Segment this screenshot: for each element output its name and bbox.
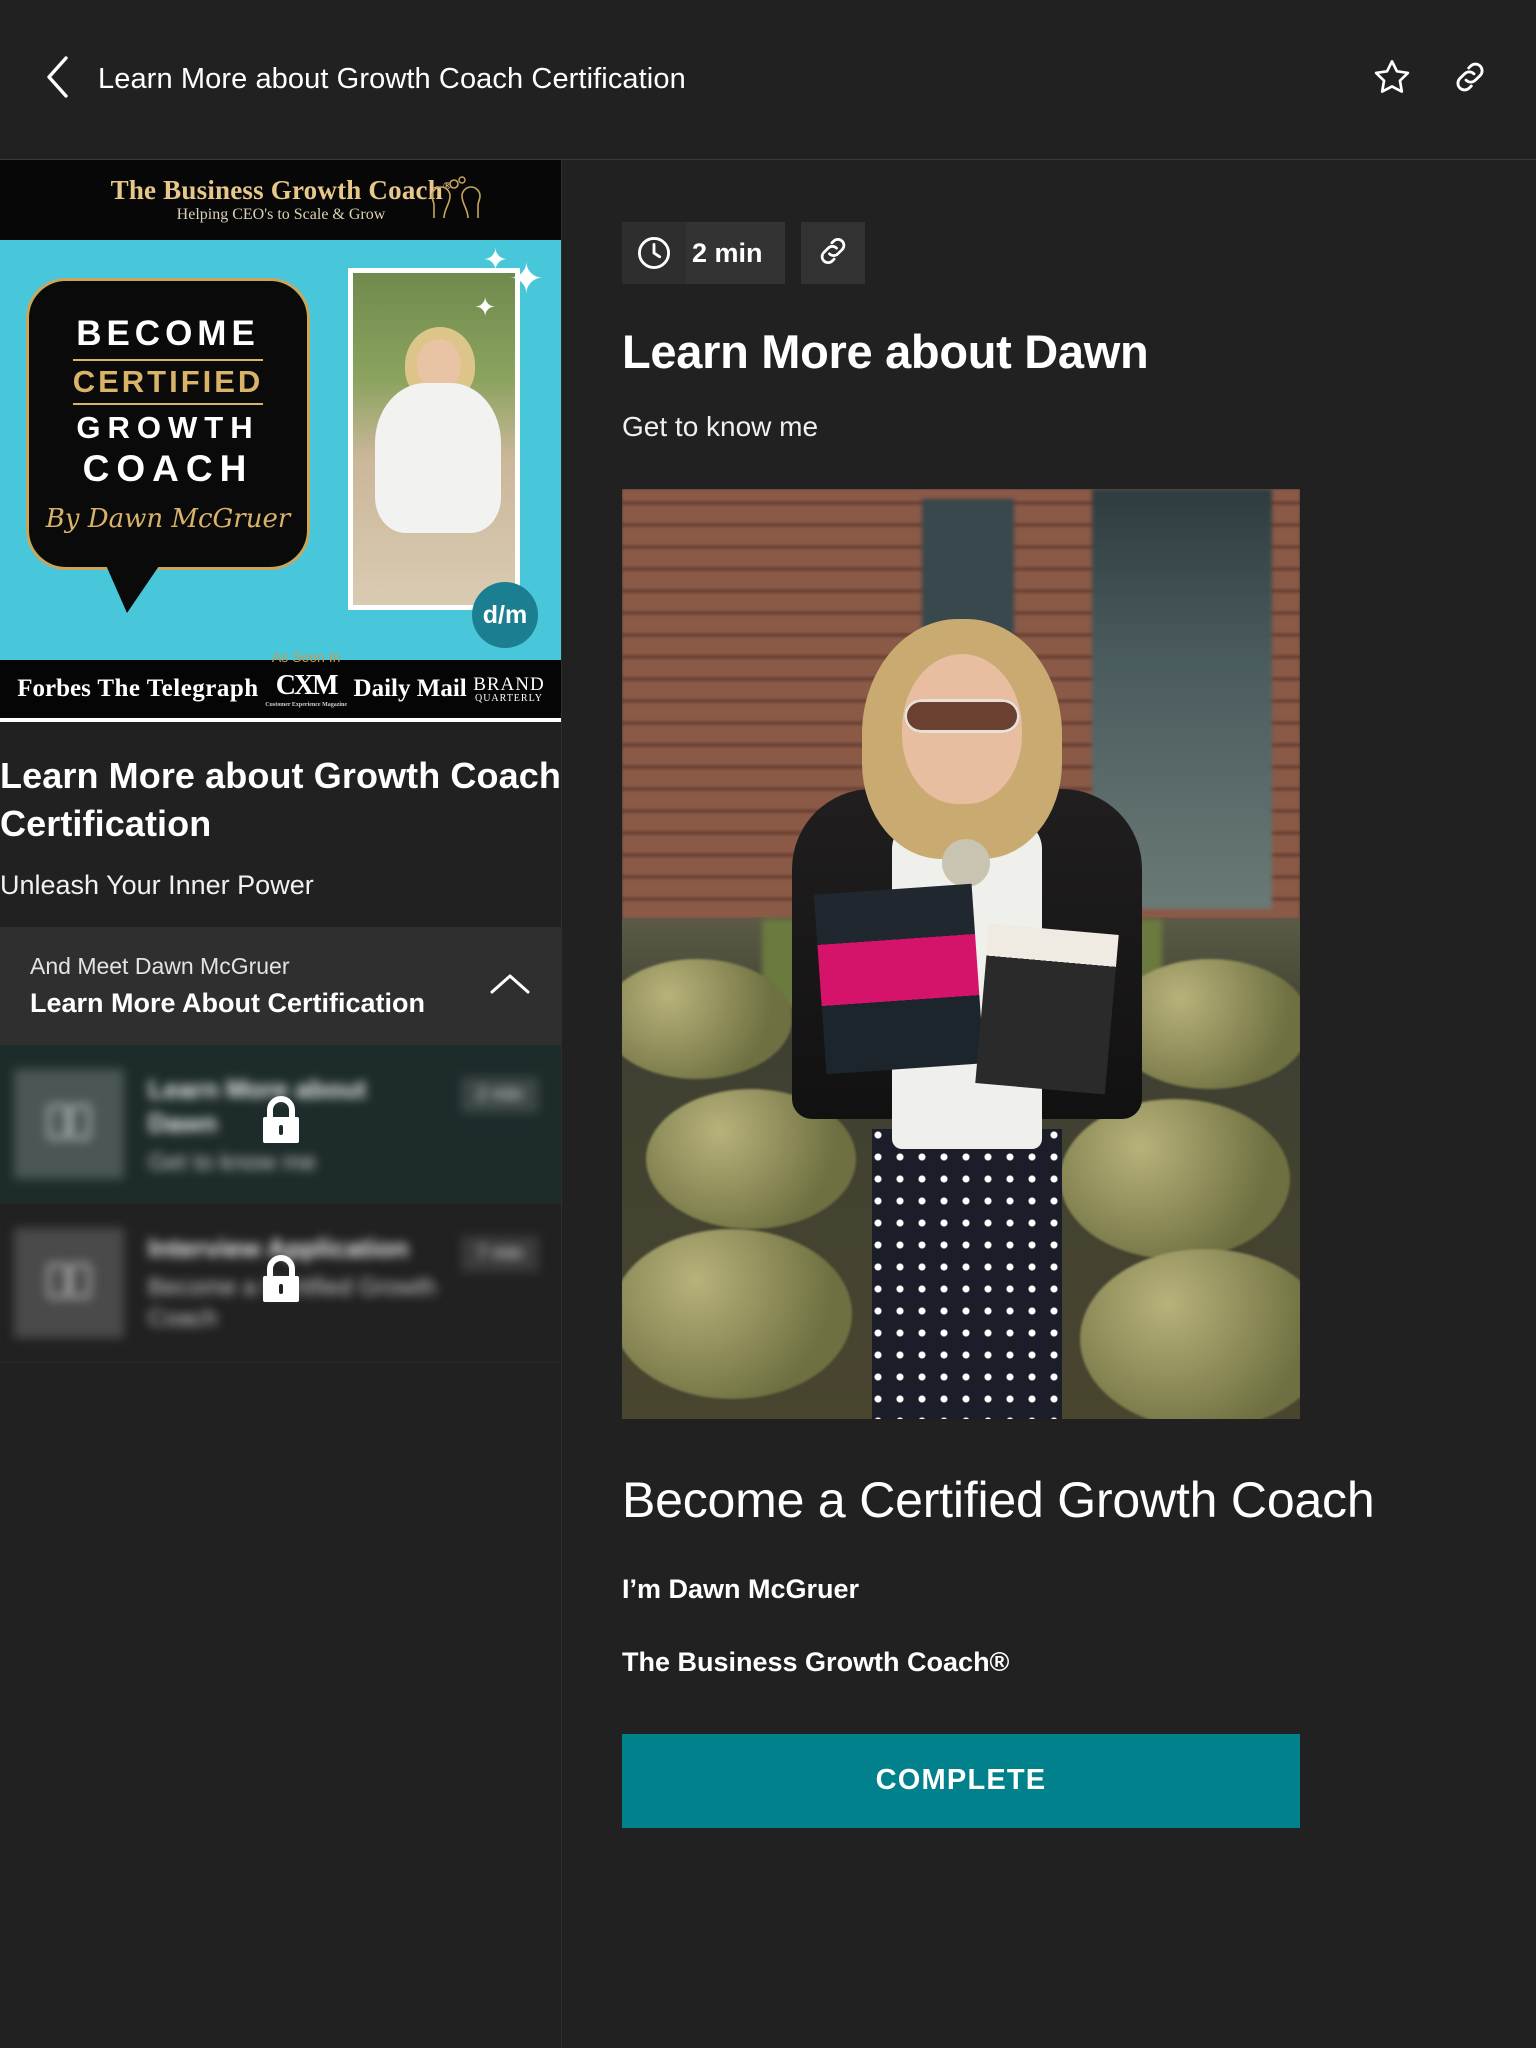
hero-subject-trousers (872, 1129, 1062, 1419)
course-subtitle: Unleash Your Inner Power (0, 870, 314, 901)
chevron-left-icon (44, 55, 70, 104)
lesson-heading: Learn More about Dawn (622, 325, 1149, 378)
list-item[interactable]: Learn More about Dawn Get to know me 2 m… (0, 1045, 561, 1205)
lesson-title: Interview Application (148, 1233, 409, 1264)
press-logo-brand-name: BRAND (473, 673, 545, 695)
lesson-thumbnail (14, 1069, 124, 1180)
complete-button[interactable]: COMPLETE (622, 1733, 1300, 1828)
course-sidebar: The Business Growth Coach® Helping CEO's… (0, 160, 562, 2048)
list-item[interactable]: Interview Application Become a Certified… (0, 1204, 561, 1364)
lesson-subheading: Get to know me (622, 411, 819, 442)
section-name: Learn More About Certification (30, 988, 426, 1019)
promo-bubble-byline: By Dawn McGruer (45, 504, 291, 534)
as-seen-in-label: As Seen In (271, 649, 341, 665)
lesson-title: Learn More about Dawn (148, 1074, 367, 1139)
section-header-text: And Meet Dawn McGruer Learn More About C… (30, 953, 487, 1019)
chevron-up-icon (489, 971, 531, 1002)
copy-lesson-link-button[interactable] (800, 222, 865, 284)
press-logo-cxm-name: CXM (275, 670, 339, 701)
hero-book-character-building (975, 923, 1119, 1095)
clock-icon (622, 222, 686, 284)
hero-hedge (1060, 1099, 1290, 1259)
press-logo-cxm: As Seen In CXM Customer Experience Magaz… (265, 649, 348, 708)
lesson-text: Interview Application Become a Certified… (148, 1228, 437, 1334)
promo-brand: The Business Growth Coach® Helping CEO's… (111, 176, 452, 223)
sparkle-icon: ✦ (482, 244, 508, 277)
book-icon (45, 1261, 93, 1306)
link-icon (815, 233, 851, 274)
promo-bubble-line4: COACH (82, 448, 254, 489)
promo-brand-bar: The Business Growth Coach® Helping CEO's… (0, 160, 561, 240)
press-logo-brand-sub: QUARTERLY (474, 692, 543, 704)
portrait-dress (375, 383, 501, 533)
favorite-button[interactable] (1366, 54, 1418, 106)
course-promo-image: The Business Growth Coach® Helping CEO's… (0, 160, 561, 722)
lesson-thumbnail (14, 1228, 124, 1339)
book-icon (45, 1102, 93, 1147)
section-kicker: And Meet Dawn McGruer (30, 953, 290, 980)
section-accordion-header[interactable]: And Meet Dawn McGruer Learn More About C… (0, 927, 561, 1046)
app-bar: Learn More about Growth Coach Certificat… (0, 0, 1536, 160)
app-bar-actions (1366, 54, 1496, 106)
promo-bubble-line3: GROWTH (76, 410, 260, 445)
sparkle-icon: ✦ (508, 255, 544, 302)
press-logo-telegraph: The Telegraph (97, 675, 259, 702)
press-logo-brand-quarterly: BRAND QUARTERLY (473, 675, 545, 704)
share-link-button[interactable] (1444, 54, 1496, 106)
lesson-duration-badge: 2 min (460, 1077, 539, 1114)
press-logo-forbes: Forbes (17, 675, 91, 702)
press-logo-cxm-sub: Customer Experience Magazine (265, 702, 348, 708)
lesson-meta-row: 2 min (622, 222, 1476, 284)
back-button[interactable] (34, 55, 80, 104)
promo-brand-line2: Helping CEO's to Scale & Grow (176, 205, 386, 223)
lesson-hero-image (622, 489, 1300, 1419)
hero-title: Become a Certified Growth Coach (622, 1472, 1375, 1528)
promo-bubble-line1: BECOME (76, 314, 260, 353)
lesson-duration-chip: 2 min (622, 222, 785, 284)
lesson-row-content: Learn More about Dawn Get to know me 2 m… (14, 1069, 539, 1180)
star-outline-icon (1372, 57, 1412, 102)
hero-subject-necklace (942, 839, 990, 887)
press-logo-daily-mail: Daily Mail (353, 675, 467, 702)
lesson-duration-text: 2 min (686, 222, 785, 284)
lesson-row-content: Interview Application Become a Certified… (14, 1228, 539, 1339)
lesson-content-pane: 2 min Learn More about Dawn Get to know … (562, 160, 1536, 2048)
press-logo-bar: Forbes The Telegraph As Seen In CXM Cust… (0, 649, 561, 722)
lesson-duration-badge: 7 min (460, 1236, 539, 1273)
promo-speech-bubble: BECOME CERTIFIED GROWTH COACH By Dawn Mc… (26, 278, 310, 613)
lesson-description: Become a Certified Growth Coach (148, 1274, 437, 1333)
hero-hedge (622, 1229, 852, 1399)
sparkle-icon: ✦ (474, 292, 496, 322)
hero-subject-sunglasses (904, 699, 1020, 733)
course-title: Learn More about Growth Coach Certificat… (0, 755, 561, 845)
section-collapse-button[interactable] (487, 963, 533, 1009)
promo-bubble-line2: CERTIFIED (72, 359, 264, 405)
link-icon (1450, 57, 1490, 102)
lesson-description: Get to know me (148, 1149, 317, 1177)
hero-byline: I’m Dawn McGruer (622, 1573, 860, 1604)
course-heading-block: Learn More about Growth Coach Certificat… (0, 722, 561, 927)
promo-brand-line1: The Business Growth Coach® (110, 175, 452, 206)
promo-artwork: BECOME CERTIFIED GROWTH COACH By Dawn Mc… (0, 240, 561, 660)
dm-monogram-badge: d/m (472, 582, 538, 648)
hero-brand-line: The Business Growth Coach® (622, 1646, 1010, 1677)
heads-gears-icon (428, 174, 484, 222)
hero-book-dynamic-digital-marketing (813, 883, 985, 1075)
main-split: The Business Growth Coach® Helping CEO's… (0, 160, 1536, 2048)
lesson-text: Learn More about Dawn Get to know me (148, 1069, 437, 1178)
page-title: Learn More about Growth Coach Certificat… (98, 63, 686, 95)
